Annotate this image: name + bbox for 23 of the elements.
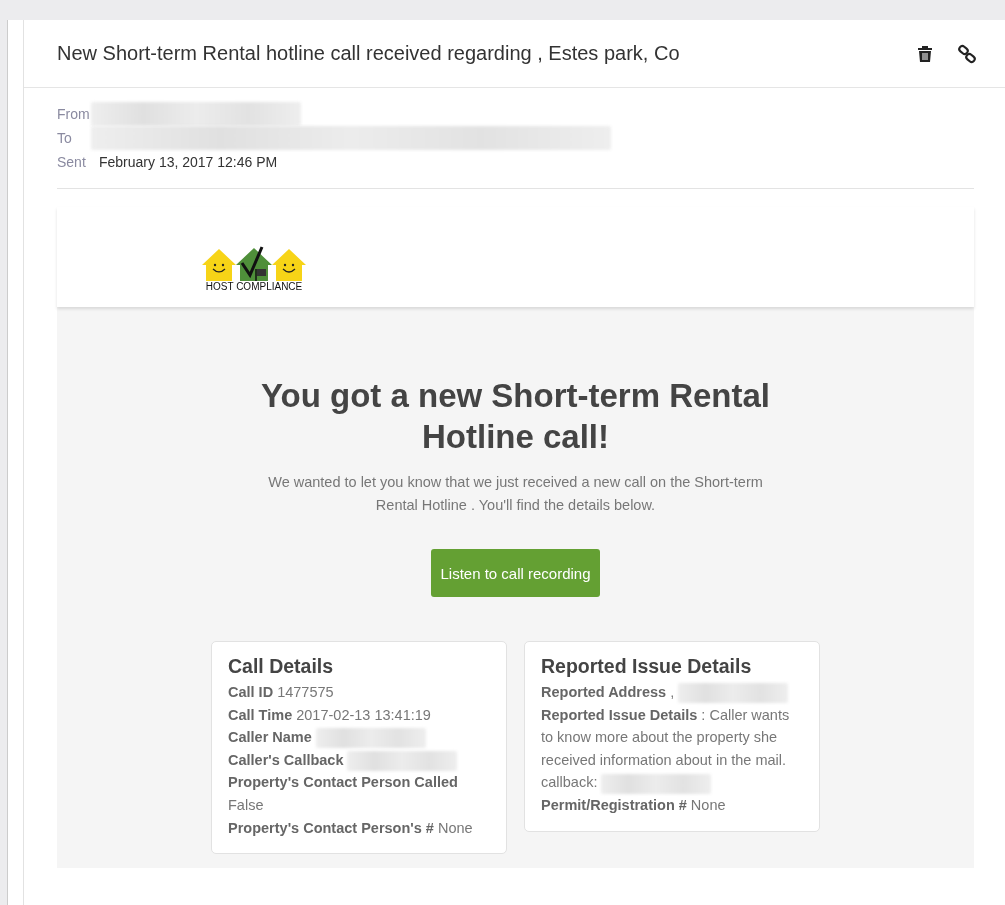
card-title: Reported Issue Details bbox=[541, 655, 753, 678]
detail-text: Property's Contact Person Called False bbox=[228, 774, 458, 813]
meta-label: Sent bbox=[57, 154, 87, 170]
detail-text: Caller's Callback bbox=[228, 751, 344, 768]
headline: You got a new Short-term Rental Hotline call! bbox=[259, 376, 772, 457]
detail-text: Property's Contact Person's # None bbox=[228, 819, 473, 836]
detail-text: Permit/Registration # None bbox=[541, 796, 726, 813]
meta-label: From bbox=[57, 106, 91, 122]
detail-text: Reported Address , bbox=[541, 684, 675, 700]
detail-text: Reported Issue Details : Caller wants to know more about the property she received information about in the mail. bbox=[541, 706, 790, 768]
detail-text: Call ID 1477575 bbox=[228, 684, 334, 700]
detail-text: Caller Name bbox=[228, 729, 312, 746]
meta-label: To bbox=[57, 130, 73, 146]
card-title: Call Details bbox=[228, 655, 335, 678]
link-icon[interactable] bbox=[957, 43, 977, 64]
recording-button[interactable]: Listen to call recording bbox=[431, 549, 600, 597]
delete-icon[interactable] bbox=[917, 44, 933, 63]
detail-text: Call Time 2017-02-13 13:41:19 bbox=[228, 706, 431, 723]
email-subject: New Short-term Rental hotline call received regarding , Estes park, Co bbox=[57, 42, 681, 65]
detail-text: callback: bbox=[541, 774, 598, 791]
meta-value: February 13, 2017 12:46 PM bbox=[99, 154, 278, 170]
intro-text: We wanted to let you know that we just received a new call on the Short-term Rental Hotline . You'll find the details below. bbox=[267, 473, 764, 515]
logo-text: HOST COMPLIANCE bbox=[205, 281, 303, 292]
